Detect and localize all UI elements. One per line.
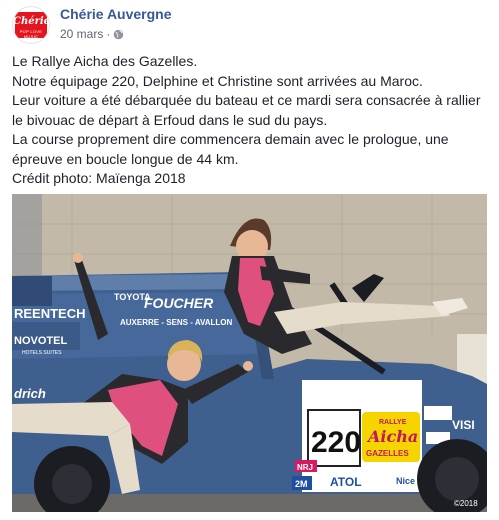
page-name-link[interactable]: Chérie Auvergne [60, 6, 172, 22]
globe-icon[interactable] [113, 29, 124, 40]
sponsor-hotel: HOTELS SUITES [22, 350, 62, 356]
post-text-line: La course proprement dire commencera dem… [12, 131, 449, 147]
post-text-line: Notre équipage 220, Delphine et Christin… [12, 72, 423, 89]
sponsor-foucher: FOUCHER [144, 295, 214, 311]
post-text-line: Le Rallye Aicha des Gazelles. [12, 53, 198, 69]
sponsor-2m: 2M [295, 479, 308, 489]
rally-line-1: RALLYE [379, 419, 407, 426]
post-text-line: Leur voiture a été débarquée du bateau e… [12, 92, 481, 108]
post-text-line: le bivouac de départ à Erfoud dans le su… [12, 111, 328, 128]
post-text-line: Crédit photo: Maïenga 2018 [12, 170, 186, 186]
sponsor-foucher-sub: AUXERRE - SENS - AVALLON [120, 318, 233, 327]
sponsor-reentech: REENTECH [14, 306, 86, 321]
meta-separator: · [106, 27, 111, 41]
post-meta: 20 mars · [60, 27, 124, 41]
sponsor-drich: drich [14, 386, 46, 401]
car-number: 220 [311, 426, 361, 459]
sponsor-nice: Nice [396, 476, 415, 486]
post-text-line: épreuve en boucle longue de 44 km. [12, 150, 239, 167]
logo-text: Chérie [13, 16, 50, 27]
sponsor-nrj: NRJ [297, 463, 313, 472]
sponsor-visi: VISI [452, 418, 475, 432]
avatar[interactable]: Chérie POP LOVE MUSIC [12, 6, 50, 44]
sponsor-atol: ATOL [330, 475, 362, 489]
post-text: Le Rallye Aicha des Gazelles. Notre équi… [12, 52, 490, 189]
sponsor-novotel: NOVOTEL [14, 335, 67, 347]
post-photo[interactable]: TOYOTA FOUCHER AUXERRE - SENS - AVALLON … [12, 194, 487, 512]
post-date-link[interactable]: 20 mars [60, 27, 103, 41]
photo-watermark: ©2018 [454, 499, 478, 508]
rally-line-2: Aicha [366, 427, 418, 446]
rally-line-3: GAZELLES [366, 449, 409, 458]
rally-photo: TOYOTA FOUCHER AUXERRE - SENS - AVALLON … [12, 194, 487, 512]
logo-subtext: POP LOVE MUSIC [19, 29, 43, 39]
post-header: Chérie POP LOVE MUSIC Chérie Auvergne 20… [12, 6, 487, 44]
